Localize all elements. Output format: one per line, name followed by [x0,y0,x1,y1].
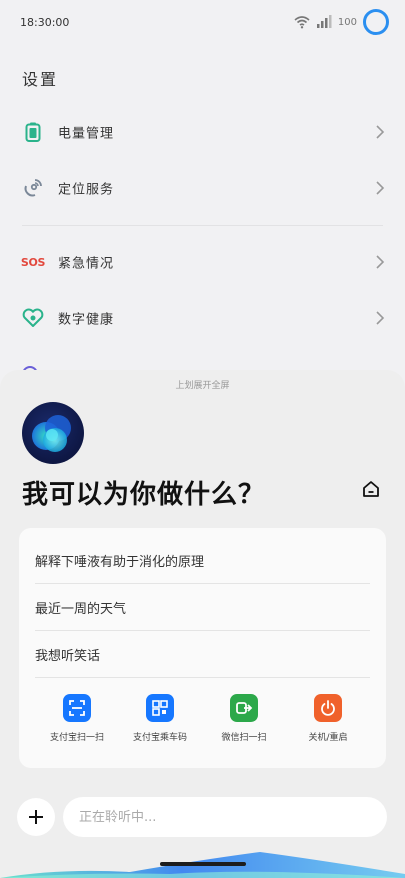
assistant-sheet[interactable]: 上划展开全屏 我可以为你做什么？ 解释下唾液有助于消化的原理 最近一周的天气 我… [0,370,405,878]
assistant-greeting: 我可以为你做什么？ [22,480,266,510]
settings-item-label: 紧急情况 [58,256,115,272]
quick-action-label: 关机/重启 [308,733,348,743]
quick-action-label: 支付宝乘车码 [132,733,187,743]
chevron-right-icon [376,255,385,269]
status-time: 18:30:00 [20,16,70,29]
sos-icon: SOS [20,255,46,269]
power-icon [314,694,342,722]
page-title: 设置 [22,70,59,89]
settings-item-label: 定位服务 [58,182,115,198]
status-icons: 100 [294,9,389,35]
voice-input[interactable] [63,797,387,837]
battery-icon [22,121,44,143]
section-divider [22,225,383,226]
status-bar: 18:30:00 100 [0,0,405,44]
home-indicator[interactable] [160,862,246,866]
chevron-right-icon [376,125,385,139]
wechat-scan-icon [230,694,258,722]
expand-hint[interactable]: 上划展开全屏 [0,378,405,391]
add-button[interactable] [17,798,55,836]
location-satellite-icon [22,177,44,199]
suggestion-card: 解释下唾液有助于消化的原理 最近一周的天气 我想听笑话 支付宝扫一扫 支付宝乘车… [19,528,386,768]
signal-icon [316,15,332,28]
settings-item-label: 数字健康 [58,312,115,328]
heart-icon [22,307,44,329]
settings-item-emergency[interactable]: SOS 紧急情况 [0,234,405,290]
plus-icon [29,810,43,824]
quick-action-wechat-scan[interactable]: 微信扫一扫 [204,694,284,743]
wifi-icon [294,16,310,29]
assistant-avatar [22,402,84,464]
voice-input-field[interactable] [63,797,387,837]
suggestion-item[interactable]: 解释下唾液有助于消化的原理 [35,537,370,583]
chevron-right-icon [376,311,385,325]
suggestion-divider [35,677,370,678]
scan-icon [63,694,91,722]
settings-item-label: 电量管理 [58,126,115,142]
quick-action-alipay-scan[interactable]: 支付宝扫一扫 [37,694,117,743]
bus-code-icon [146,694,174,722]
suggestion-item[interactable]: 最近一周的天气 [35,584,370,630]
suggestion-item[interactable]: 我想听笑话 [35,631,370,677]
quick-action-power[interactable]: 关机/重启 [288,694,368,743]
quick-action-label: 支付宝扫一扫 [49,733,104,743]
chevron-right-icon [376,181,385,195]
settings-item-battery[interactable]: 电量管理 [0,104,405,160]
battery-level: 100 [337,16,357,28]
settings-item-location[interactable]: 定位服务 [0,160,405,216]
assistant-ring-icon [363,9,389,35]
quick-action-alipay-bus[interactable]: 支付宝乘车码 [120,694,200,743]
home-icon[interactable] [360,478,382,500]
voice-wave-decoration [0,852,405,878]
quick-action-label: 微信扫一扫 [221,733,267,743]
settings-item-digital-health[interactable]: 数字健康 [0,290,405,346]
